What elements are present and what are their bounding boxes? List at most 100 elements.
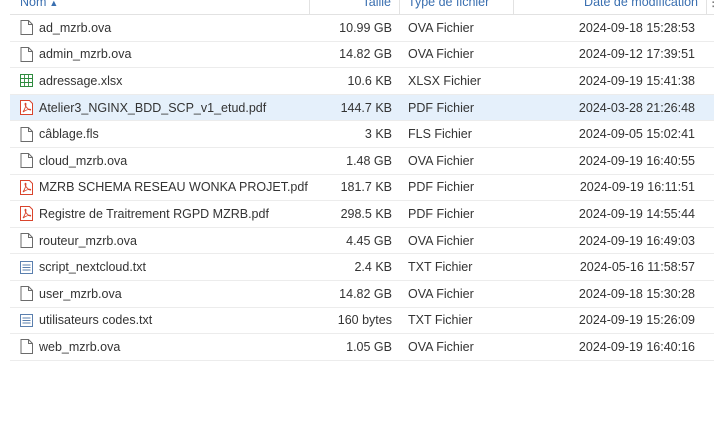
column-options-icon[interactable]: ⋮	[707, 0, 714, 14]
file-type: PDF Fichier	[408, 206, 474, 221]
file-icon	[20, 126, 33, 142]
file-name: admin_mzrb.ova	[39, 47, 132, 62]
file-row[interactable]: cloud_mzrb.ova 1.48 GB OVA Fichier 2024-09-…	[10, 148, 714, 175]
file-modified-date: 2024-09-19 16:11:51	[579, 180, 695, 195]
file-modified-date: 2024-09-12 17:39:51	[578, 47, 695, 62]
file-modified-date: 2024-09-18 15:30:28	[578, 286, 695, 301]
file-name: cloud_mzrb.ova	[39, 153, 128, 168]
file-modified-date: 2024-09-19 14:55:44	[578, 206, 695, 221]
file-modified-date: 2024-09-19 16:49:03	[578, 233, 695, 248]
file-list-table: Nom ▲ Taille Type de fichier Date de modi…	[10, 0, 714, 361]
file-modified-date: 2024-09-19 15:41:38	[578, 73, 695, 88]
file-icon	[20, 153, 33, 169]
file-name: web_mzrb.ova	[39, 339, 121, 354]
file-row[interactable]: câblage.fls 3 KB FLS Fichier 2024-09-05 15:…	[10, 121, 714, 148]
file-size: 144.7 KB	[340, 100, 392, 115]
file-name: Registre de Traitrement RGPD MZRB.pdf	[39, 206, 269, 221]
file-list-rows: ad_mzrb.ova 10.99 GB OVA Fichier 2024-09-18…	[10, 15, 714, 361]
file-name-cell[interactable]: câblage.fls	[10, 126, 310, 142]
file-name-cell[interactable]: web_mzrb.ova	[10, 339, 310, 355]
file-size: 14.82 GB	[339, 47, 392, 62]
file-icon	[20, 233, 33, 249]
file-size: 160 bytes	[337, 313, 392, 328]
file-row[interactable]: routeur_mzrb.ova 4.45 GB OVA Fichier 2024-0…	[10, 228, 714, 255]
file-icon	[20, 286, 33, 302]
text-file-icon	[20, 313, 33, 328]
pdf-icon	[20, 179, 33, 195]
pdf-icon	[20, 206, 33, 222]
file-size: 181.7 KB	[340, 180, 392, 195]
file-modified-date: 2024-09-05 15:02:41	[578, 127, 695, 142]
file-name-cell[interactable]: adressage.xlsx	[10, 73, 310, 88]
file-name: ad_mzrb.ova	[39, 20, 112, 35]
file-name-cell[interactable]: user_mzrb.ova	[10, 286, 310, 302]
column-header-size[interactable]: Taille	[310, 0, 400, 14]
file-name: routeur_mzrb.ova	[39, 233, 137, 248]
pdf-icon	[20, 100, 33, 116]
file-name-cell[interactable]: MZRB SCHEMA RESEAU WONKA PROJET.pdf	[10, 179, 310, 195]
file-row[interactable]: ad_mzrb.ova 10.99 GB OVA Fichier 2024-09-18…	[10, 15, 714, 42]
sort-ascending-icon: ▲	[49, 0, 59, 8]
file-row[interactable]: script_nextcloud.txt 2.4 KB TXT Fichier 202…	[10, 254, 714, 281]
file-name: câblage.fls	[39, 127, 99, 142]
file-type: OVA Fichier	[408, 20, 474, 35]
file-row[interactable]: Atelier3_NGINX_BDD_SCP_v1_etud.pdf 144.7 …	[10, 94, 714, 122]
file-size: 298.5 KB	[340, 206, 392, 221]
file-type: OVA Fichier	[408, 339, 474, 354]
file-modified-date: 2024-09-19 16:40:16	[578, 339, 695, 354]
file-name: script_nextcloud.txt	[39, 260, 146, 275]
file-modified-date: 2024-09-19 15:26:09	[578, 313, 695, 328]
file-name-cell[interactable]: utilisateurs codes.txt	[10, 313, 310, 328]
file-icon	[20, 20, 33, 36]
file-name-cell[interactable]: script_nextcloud.txt	[10, 260, 310, 275]
file-size: 1.48 GB	[346, 153, 392, 168]
file-type: XLSX Fichier	[408, 73, 481, 88]
file-type: TXT Fichier	[408, 313, 473, 328]
file-type: FLS Fichier	[408, 127, 472, 142]
file-type: OVA Fichier	[408, 153, 474, 168]
file-size: 2.4 KB	[354, 260, 392, 275]
file-row[interactable]: utilisateurs codes.txt 160 bytes TXT Fichi…	[10, 308, 714, 335]
file-row[interactable]: MZRB SCHEMA RESEAU WONKA PROJET.pdf 181.7…	[10, 175, 714, 202]
file-type: OVA Fichier	[408, 47, 474, 62]
file-name: adressage.xlsx	[39, 73, 123, 88]
column-header-name-label: Nom	[20, 0, 47, 9]
file-name-cell[interactable]: cloud_mzrb.ova	[10, 153, 310, 169]
file-size: 3 KB	[364, 127, 392, 142]
column-header-date[interactable]: Date de modification	[514, 0, 707, 14]
column-header-name[interactable]: Nom ▲	[10, 0, 310, 14]
file-name: utilisateurs codes.txt	[39, 313, 153, 328]
file-row[interactable]: adressage.xlsx 10.6 KB XLSX Fichier 2024-09…	[10, 68, 714, 95]
file-row[interactable]: web_mzrb.ova 1.05 GB OVA Fichier 2024-09-19…	[10, 334, 714, 361]
file-size: 10.6 KB	[347, 73, 392, 88]
file-modified-date: 2024-09-18 15:28:53	[578, 20, 695, 35]
file-name-cell[interactable]: Registre de Traitrement RGPD MZRB.pdf	[10, 206, 310, 222]
file-row[interactable]: Registre de Traitrement RGPD MZRB.pdf 298…	[10, 201, 714, 228]
file-name: Atelier3_NGINX_BDD_SCP_v1_etud.pdf	[39, 100, 267, 115]
file-row[interactable]: admin_mzrb.ova 14.82 GB OVA Fichier 2024-09…	[10, 42, 714, 69]
file-type: OVA Fichier	[408, 286, 474, 301]
file-name-cell[interactable]: admin_mzrb.ova	[10, 46, 310, 62]
column-header-type[interactable]: Type de fichier	[400, 0, 514, 14]
file-row[interactable]: user_mzrb.ova 14.82 GB OVA Fichier 2024-09-…	[10, 281, 714, 308]
file-modified-date: 2024-09-19 16:40:55	[578, 153, 695, 168]
file-size: 4.45 GB	[346, 233, 392, 248]
file-icon	[20, 339, 33, 355]
file-size: 14.82 GB	[339, 286, 392, 301]
spreadsheet-icon	[20, 73, 33, 88]
file-modified-date: 2024-03-28 21:26:48	[578, 100, 695, 115]
file-name-cell[interactable]: ad_mzrb.ova	[10, 20, 310, 36]
file-name: user_mzrb.ova	[39, 286, 122, 301]
file-name: MZRB SCHEMA RESEAU WONKA PROJET.pdf	[39, 180, 308, 195]
file-type: TXT Fichier	[408, 260, 473, 275]
file-type: PDF Fichier	[408, 180, 474, 195]
file-name-cell[interactable]: Atelier3_NGINX_BDD_SCP_v1_etud.pdf	[10, 100, 310, 116]
file-size: 1.05 GB	[346, 339, 392, 354]
text-file-icon	[20, 260, 33, 275]
file-modified-date: 2024-05-16 11:58:57	[579, 260, 695, 275]
file-name-cell[interactable]: routeur_mzrb.ova	[10, 233, 310, 249]
file-type: OVA Fichier	[408, 233, 474, 248]
file-list-header: Nom ▲ Taille Type de fichier Date de modi…	[10, 0, 714, 15]
file-size: 10.99 GB	[339, 20, 392, 35]
file-type: PDF Fichier	[408, 100, 474, 115]
